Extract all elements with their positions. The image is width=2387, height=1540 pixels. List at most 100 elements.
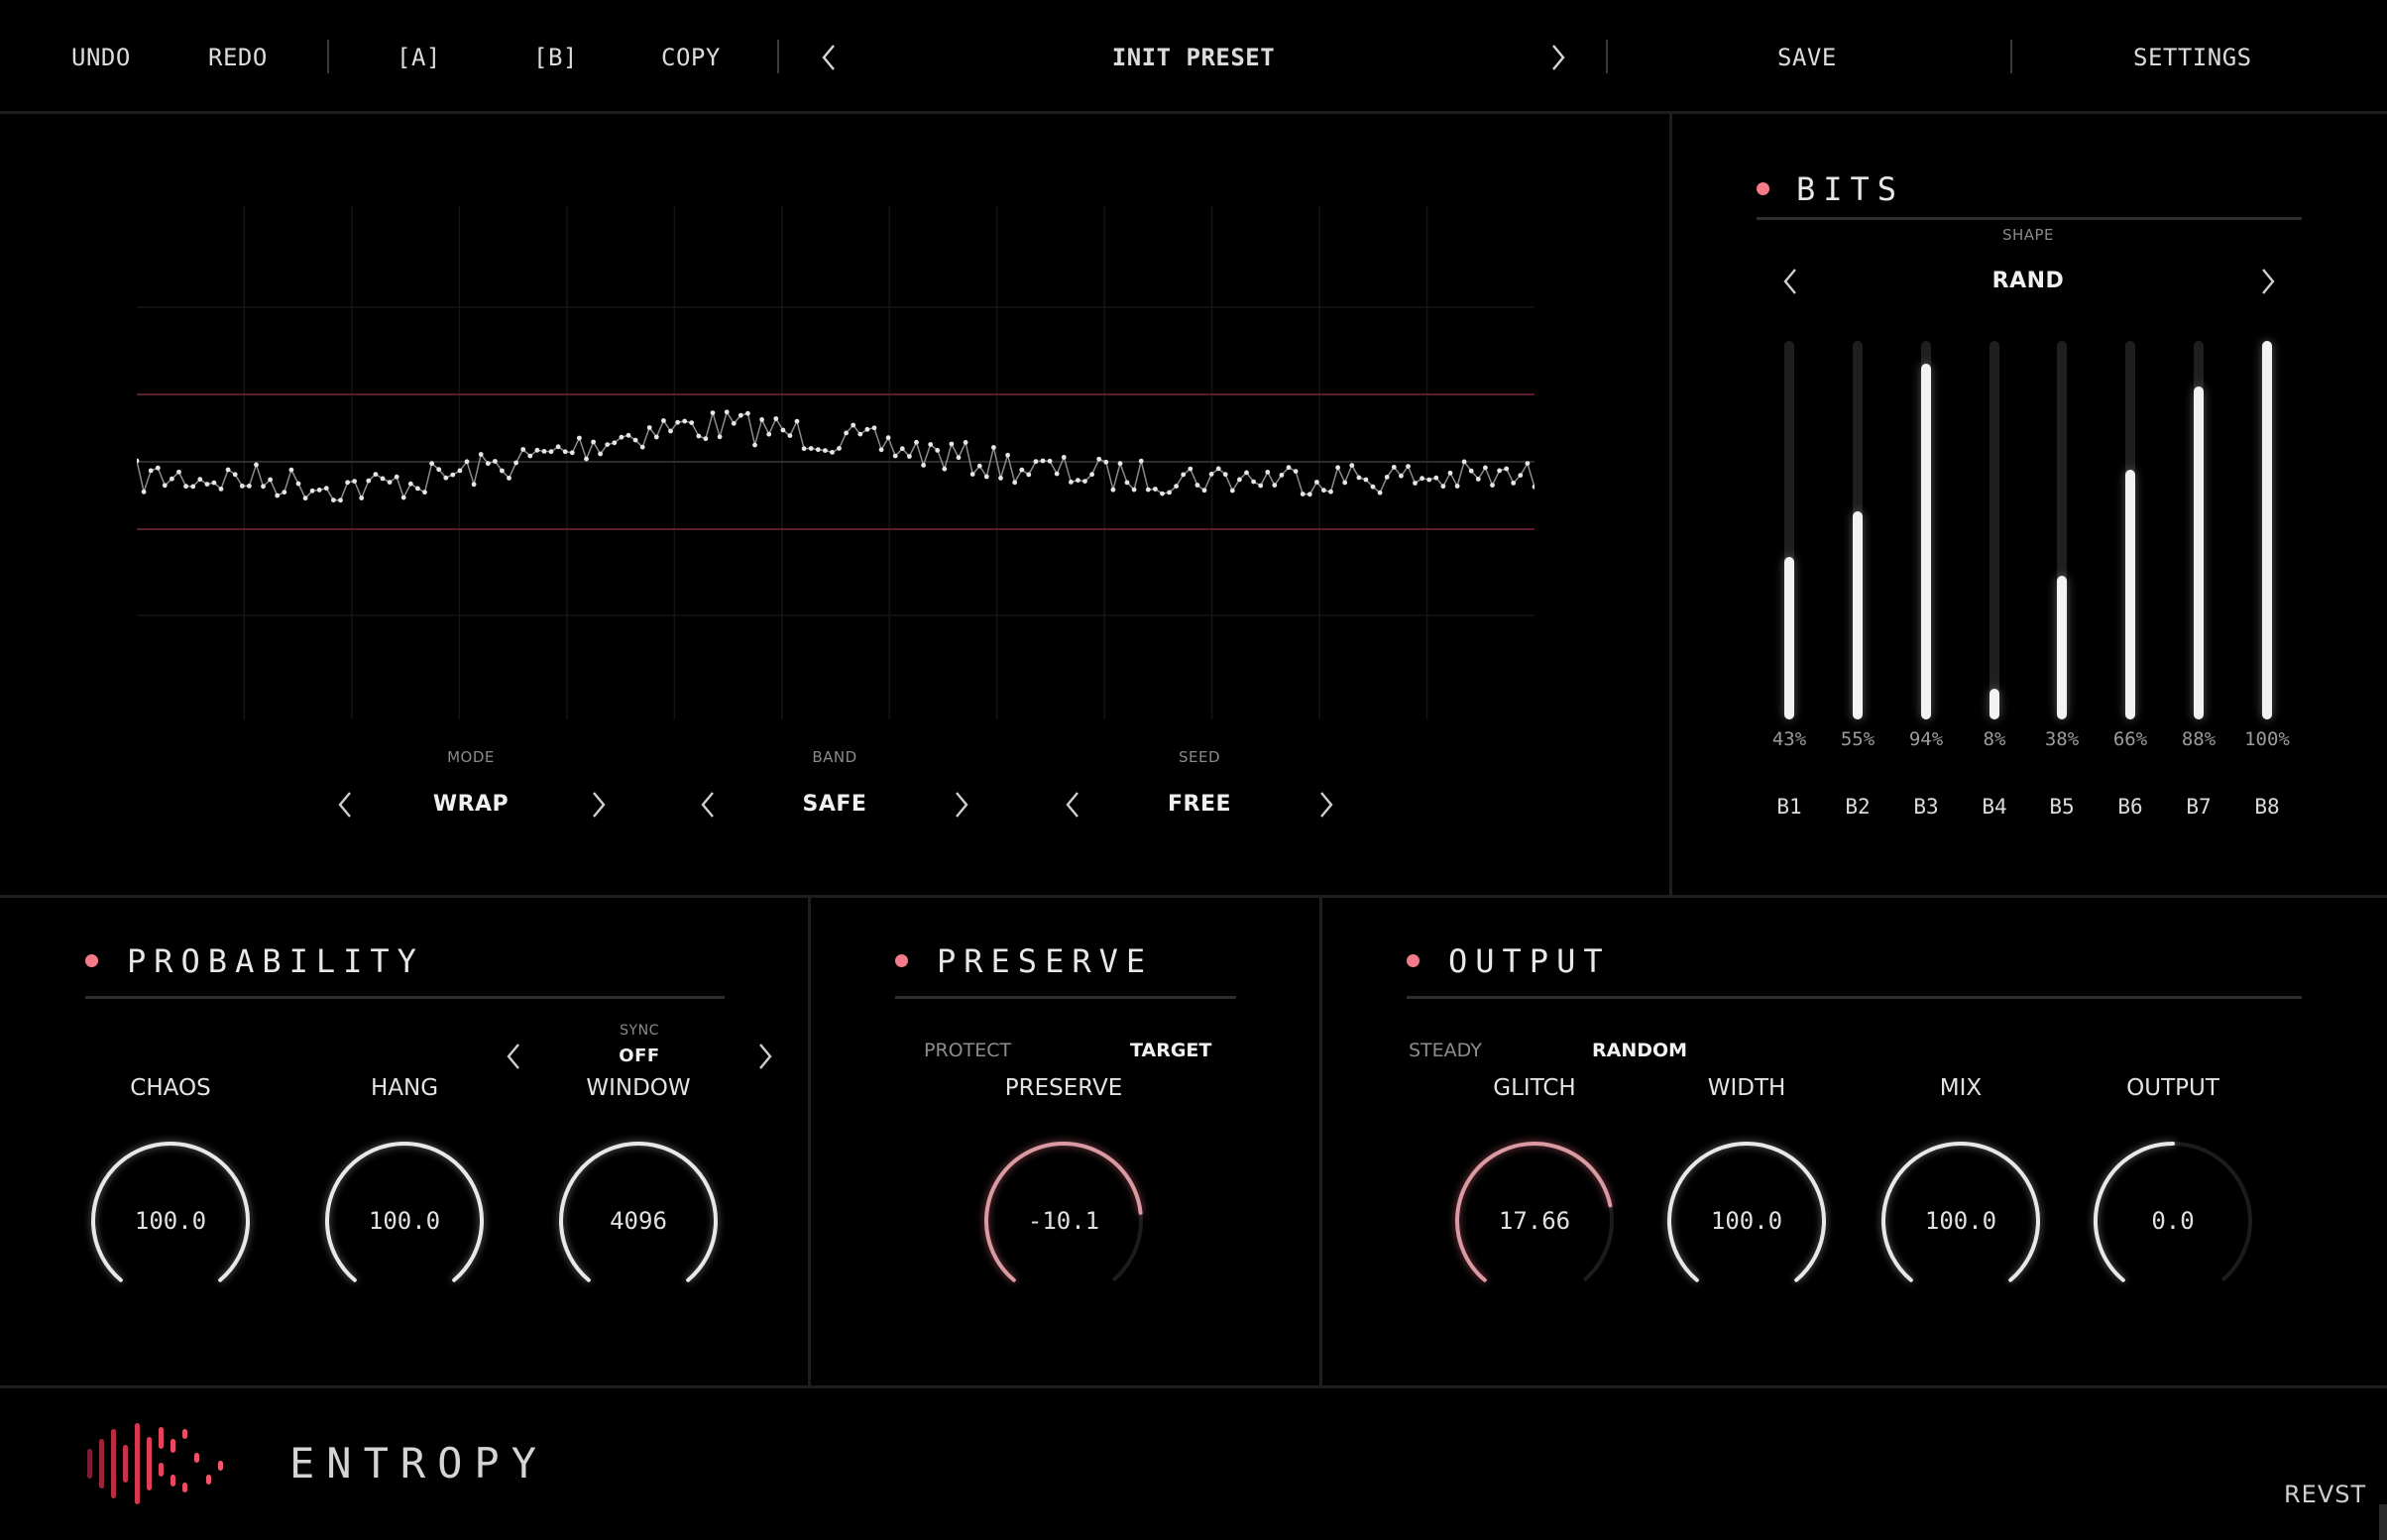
waveform-point xyxy=(794,418,800,424)
waveform-point xyxy=(823,448,828,453)
waveform-point xyxy=(745,410,750,416)
steady-option[interactable]: STEADY xyxy=(1409,1040,1482,1061)
waveform-point xyxy=(1293,469,1299,474)
sync-prev-button[interactable] xyxy=(492,1035,535,1078)
mix-knob[interactable]: 100.0 xyxy=(1876,1137,2045,1305)
waveform-point xyxy=(837,446,842,451)
waveform-point xyxy=(513,460,518,466)
output-title: OUTPUT xyxy=(1448,942,1611,980)
waveform-point xyxy=(268,477,273,483)
waveform-point xyxy=(1391,465,1397,470)
shape-caption: SHAPE xyxy=(2001,226,2055,244)
waveform-point xyxy=(1349,463,1355,468)
mix-label: MIX xyxy=(1939,1075,1983,1101)
bits-title: BITS xyxy=(1796,170,1905,208)
bit-slider-b1[interactable] xyxy=(1784,341,1794,719)
waveform-point xyxy=(1497,468,1502,474)
redo-button[interactable]: REDO xyxy=(208,36,268,79)
bit-slider-b5[interactable] xyxy=(2057,341,2067,719)
shape-prev-button[interactable] xyxy=(1768,260,1812,303)
chevron-left-icon xyxy=(338,792,351,818)
band-value[interactable]: SAFE xyxy=(775,792,894,817)
waveform-point xyxy=(808,446,814,451)
shape-value[interactable]: RAND xyxy=(1949,269,2107,293)
toolbar-bottom-border xyxy=(0,111,2387,114)
preserve-title-rule xyxy=(895,996,1236,999)
copy-button[interactable]: COPY xyxy=(661,36,721,79)
window-knob[interactable]: 4096 xyxy=(554,1137,723,1305)
waveform-point xyxy=(619,434,625,440)
bit-slider-b7[interactable] xyxy=(2194,341,2204,719)
toolbar-divider xyxy=(777,40,779,73)
waveform-point xyxy=(1005,452,1010,458)
waveform-point xyxy=(1447,470,1453,476)
bit-label-b4: B4 xyxy=(1982,795,2007,819)
mode-value[interactable]: WRAP xyxy=(411,792,530,817)
preset-name[interactable]: INIT PRESET xyxy=(1094,36,1293,79)
band-prev-button[interactable] xyxy=(686,783,730,826)
probability-indicator-dot xyxy=(85,954,98,967)
slot-b-button[interactable]: [B] xyxy=(533,36,578,79)
undo-button[interactable]: UNDO xyxy=(71,36,131,79)
seed-next-button[interactable] xyxy=(1305,783,1348,826)
seed-value[interactable]: FREE xyxy=(1140,792,1259,817)
probability-title: PROBABILITY xyxy=(127,942,424,980)
sync-value[interactable]: OFF xyxy=(595,1045,684,1066)
band-next-button[interactable] xyxy=(940,783,983,826)
slot-a-button[interactable]: [A] xyxy=(397,36,441,79)
hang-value: 100.0 xyxy=(368,1207,441,1235)
width-knob[interactable]: 100.0 xyxy=(1662,1137,1831,1305)
waveform-point xyxy=(1272,483,1278,488)
random-option[interactable]: RANDOM xyxy=(1592,1040,1687,1061)
waveform-point xyxy=(541,449,547,454)
waveform-point xyxy=(288,467,294,473)
settings-button[interactable]: SETTINGS xyxy=(2133,36,2252,79)
output-indicator-dot xyxy=(1407,954,1420,967)
protect-option[interactable]: PROTECT xyxy=(924,1040,1011,1061)
save-button[interactable]: SAVE xyxy=(1777,36,1837,79)
shape-next-button[interactable] xyxy=(2246,260,2290,303)
chevron-right-icon xyxy=(1320,792,1333,818)
bit-slider-b6[interactable] xyxy=(2125,341,2135,719)
waveform-point xyxy=(1356,475,1362,481)
seed-prev-button[interactable] xyxy=(1051,783,1094,826)
preserve-title: PRESERVE xyxy=(937,942,1154,980)
preset-prev-button[interactable] xyxy=(807,36,851,79)
bit-label-b1: B1 xyxy=(1776,795,1802,819)
glitch-knob[interactable]: 17.66 xyxy=(1450,1137,1619,1305)
sync-next-button[interactable] xyxy=(743,1035,787,1078)
waveform-point xyxy=(443,475,449,481)
waveform-point xyxy=(1061,455,1067,460)
waveform-point xyxy=(1518,473,1524,478)
bit-slider-b8[interactable] xyxy=(2262,341,2272,719)
waveform-point xyxy=(830,450,835,455)
bit-level-b2 xyxy=(1853,511,1863,719)
waveform-point xyxy=(1026,472,1032,478)
hang-knob[interactable]: 100.0 xyxy=(320,1137,489,1305)
bit-level-b6 xyxy=(2125,470,2135,719)
bit-slider-b2[interactable] xyxy=(1853,341,1863,719)
waveform-point xyxy=(1160,491,1165,496)
output-knob[interactable]: 0.0 xyxy=(2089,1137,2257,1305)
waveform-point xyxy=(899,446,905,452)
waveform-point xyxy=(352,479,357,484)
preset-next-button[interactable] xyxy=(1536,36,1580,79)
bit-label-b8: B8 xyxy=(2254,795,2280,819)
mode-caption: MODE xyxy=(447,748,495,766)
target-option[interactable]: TARGET xyxy=(1130,1040,1211,1061)
waveform-point xyxy=(1286,465,1292,471)
waveform-point xyxy=(415,486,420,492)
waveform-point xyxy=(731,420,737,426)
waveform-point xyxy=(359,495,365,500)
chaos-knob[interactable]: 100.0 xyxy=(86,1137,255,1305)
bit-slider-b3[interactable] xyxy=(1921,341,1931,719)
mode-next-button[interactable] xyxy=(577,783,621,826)
resize-handle[interactable] xyxy=(2379,1504,2387,1540)
bit-label-b7: B7 xyxy=(2186,795,2212,819)
bit-slider-b4[interactable] xyxy=(1989,341,1999,719)
probability-title-rule xyxy=(85,996,725,999)
waveform-point xyxy=(366,478,372,484)
mode-prev-button[interactable] xyxy=(323,783,367,826)
preserve-knob[interactable]: -10.1 xyxy=(979,1137,1148,1305)
waveform-point xyxy=(1525,461,1531,466)
